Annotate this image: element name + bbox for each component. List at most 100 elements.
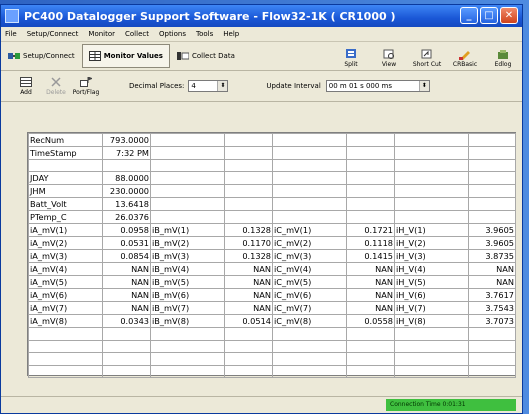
variable-name-cell[interactable] <box>150 364 225 378</box>
variable-name-cell[interactable] <box>150 352 225 366</box>
variable-name-cell[interactable] <box>150 184 225 199</box>
variable-name-cell[interactable]: iA_mV(7) <box>28 301 103 316</box>
variable-value-cell[interactable] <box>102 364 151 378</box>
variable-name-cell[interactable]: PTemp_C <box>28 210 103 225</box>
variable-name-cell[interactable] <box>272 339 347 354</box>
variable-value-cell[interactable] <box>102 352 151 366</box>
variable-name-cell[interactable]: iB_mV(3) <box>150 249 225 264</box>
variable-value-cell[interactable] <box>346 158 395 173</box>
variable-name-cell[interactable]: iC_mV(8) <box>272 314 347 329</box>
variable-value-cell[interactable]: NAN <box>346 288 395 303</box>
variable-name-cell[interactable] <box>394 352 469 366</box>
variable-value-cell[interactable] <box>224 327 273 341</box>
variable-value-cell[interactable]: 0.1170 <box>224 236 273 251</box>
variable-name-cell[interactable]: iH_V(6) <box>394 288 469 303</box>
variable-name-cell[interactable] <box>28 339 103 354</box>
menu-setup-connect[interactable]: Setup/Connect <box>27 30 79 38</box>
variable-name-cell[interactable]: iA_mV(8) <box>28 314 103 329</box>
variable-name-cell[interactable]: iC_mV(7) <box>272 301 347 316</box>
variable-value-cell[interactable]: NAN <box>468 262 516 277</box>
close-button[interactable]: ✕ <box>500 7 518 24</box>
view-button[interactable]: View <box>372 44 406 68</box>
variable-name-cell[interactable] <box>394 197 469 212</box>
variable-name-cell[interactable] <box>394 210 469 225</box>
shortcut-button[interactable]: Short Cut <box>410 44 444 68</box>
variable-value-cell[interactable] <box>224 184 273 199</box>
variable-name-cell[interactable]: iC_mV(6) <box>272 288 347 303</box>
variable-value-cell[interactable] <box>346 133 395 147</box>
variable-value-cell[interactable] <box>468 184 516 199</box>
variable-value-cell[interactable]: 0.0514 <box>224 314 273 329</box>
variable-value-cell[interactable]: NAN <box>224 301 273 316</box>
port-flag-button[interactable]: Port/Flag <box>71 76 101 96</box>
variable-value-cell[interactable]: 0.0531 <box>102 236 151 251</box>
variable-value-cell[interactable]: 0.1118 <box>346 236 395 251</box>
variable-name-cell[interactable]: iH_V(5) <box>394 275 469 290</box>
variable-value-cell[interactable] <box>468 146 516 160</box>
variable-name-cell[interactable]: iH_V(4) <box>394 262 469 277</box>
variable-name-cell[interactable] <box>272 184 347 199</box>
variable-name-cell[interactable] <box>150 146 225 160</box>
variable-value-cell[interactable]: 0.1328 <box>224 249 273 264</box>
variable-value-cell[interactable] <box>468 197 516 212</box>
variable-value-cell[interactable] <box>102 327 151 341</box>
variable-name-cell[interactable] <box>150 171 225 186</box>
variable-value-cell[interactable] <box>224 339 273 354</box>
tab-collect-data[interactable]: Collect Data <box>170 44 242 68</box>
menu-options[interactable]: Options <box>159 30 186 38</box>
variable-value-cell[interactable] <box>468 158 516 173</box>
variable-value-cell[interactable]: 26.0376 <box>102 210 151 225</box>
variable-name-cell[interactable]: iA_mV(4) <box>28 262 103 277</box>
title-bar[interactable]: PC400 Datalogger Support Software - Flow… <box>1 5 522 27</box>
variable-value-cell[interactable]: 0.0958 <box>102 223 151 238</box>
variable-name-cell[interactable] <box>272 352 347 366</box>
variable-name-cell[interactable]: iC_mV(3) <box>272 249 347 264</box>
variable-name-cell[interactable]: iB_mV(2) <box>150 236 225 251</box>
variable-name-cell[interactable]: iA_mV(5) <box>28 275 103 290</box>
variable-name-cell[interactable] <box>272 133 347 147</box>
variable-name-cell[interactable]: RecNum <box>28 133 103 147</box>
variable-value-cell[interactable] <box>468 210 516 225</box>
variable-value-cell[interactable]: NAN <box>346 262 395 277</box>
variable-name-cell[interactable]: iA_mV(6) <box>28 288 103 303</box>
variable-name-cell[interactable]: Batt_Volt <box>28 197 103 212</box>
variable-name-cell[interactable] <box>272 364 347 378</box>
variable-name-cell[interactable] <box>272 171 347 186</box>
variable-value-cell[interactable] <box>224 158 273 173</box>
variable-value-cell[interactable]: 3.9605 <box>468 223 516 238</box>
variable-value-cell[interactable]: NAN <box>224 288 273 303</box>
variable-value-cell[interactable]: 3.8735 <box>468 249 516 264</box>
variable-name-cell[interactable]: iH_V(2) <box>394 236 469 251</box>
variable-value-cell[interactable]: NAN <box>346 301 395 316</box>
variable-name-cell[interactable]: iH_V(3) <box>394 249 469 264</box>
variable-value-cell[interactable] <box>346 184 395 199</box>
tab-setup-connect[interactable]: Setup/Connect <box>1 44 82 68</box>
variable-value-cell[interactable]: NAN <box>102 275 151 290</box>
variable-name-cell[interactable]: iC_mV(1) <box>272 223 347 238</box>
variable-value-cell[interactable] <box>224 133 273 147</box>
variable-value-cell[interactable] <box>224 146 273 160</box>
variable-value-cell[interactable] <box>224 210 273 225</box>
variable-name-cell[interactable] <box>394 158 469 173</box>
variable-value-cell[interactable]: 0.1328 <box>224 223 273 238</box>
update-interval-stepper[interactable]: 00 m 01 s 000 ms ⬍ <box>325 80 430 92</box>
variable-name-cell[interactable]: iA_mV(2) <box>28 236 103 251</box>
variable-name-cell[interactable] <box>394 146 469 160</box>
variable-name-cell[interactable] <box>272 197 347 212</box>
variable-name-cell[interactable]: iB_mV(8) <box>150 314 225 329</box>
menu-tools[interactable]: Tools <box>196 30 213 38</box>
variable-value-cell[interactable] <box>346 327 395 341</box>
spin-arrows-icon[interactable]: ⬍ <box>217 81 228 91</box>
variable-name-cell[interactable]: iH_V(1) <box>394 223 469 238</box>
variable-value-cell[interactable]: 230.0000 <box>102 184 151 199</box>
variable-value-cell[interactable]: 793.0000 <box>102 133 151 147</box>
variable-name-cell[interactable] <box>394 133 469 147</box>
variable-value-cell[interactable]: 7:32 PM <box>102 146 151 160</box>
variable-name-cell[interactable] <box>28 327 103 341</box>
variable-value-cell[interactable] <box>346 352 395 366</box>
variable-value-cell[interactable]: 0.1415 <box>346 249 395 264</box>
variable-value-cell[interactable]: NAN <box>224 275 273 290</box>
variable-value-cell[interactable]: NAN <box>102 301 151 316</box>
variable-value-cell[interactable] <box>346 210 395 225</box>
variable-name-cell[interactable] <box>394 339 469 354</box>
